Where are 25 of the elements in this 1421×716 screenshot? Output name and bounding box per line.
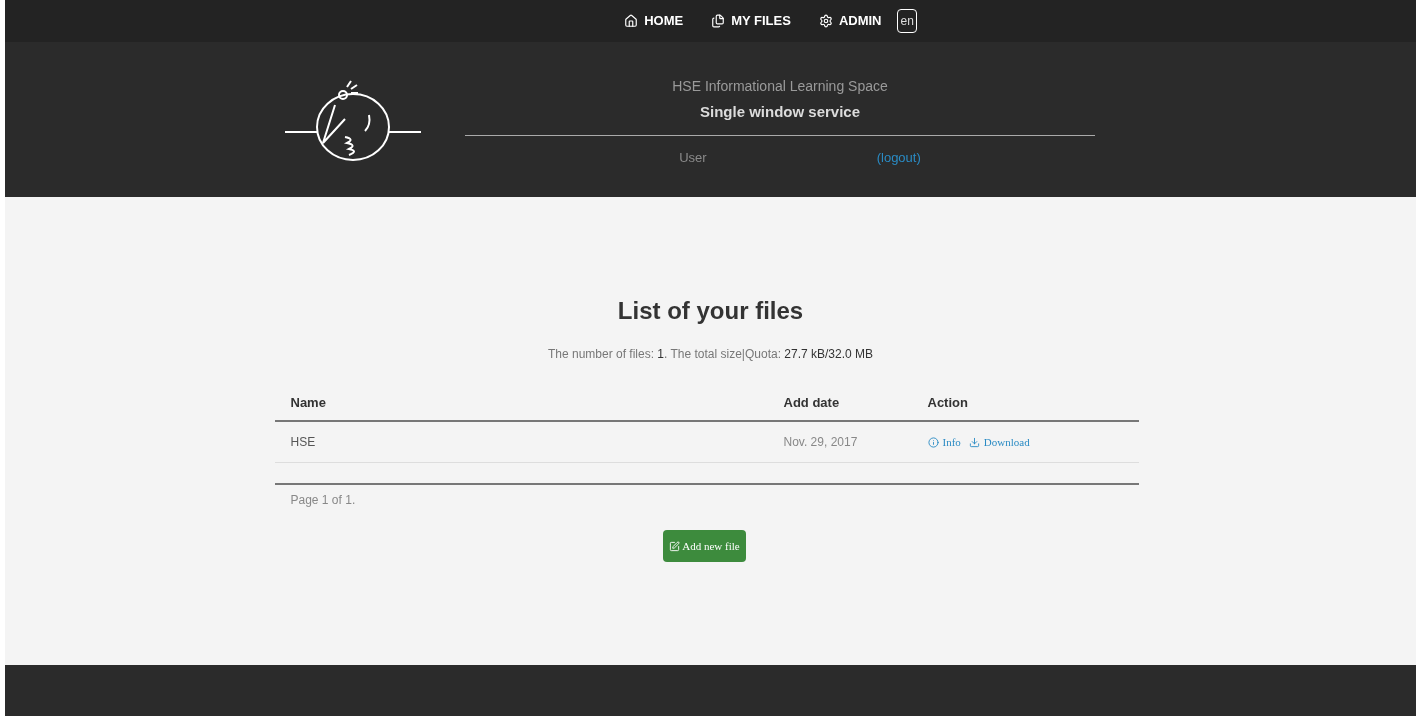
site-title: HSE Informational Learning Space <box>672 76 888 96</box>
info-icon <box>927 436 939 448</box>
page-heading: List of your files <box>617 296 804 326</box>
nav-link[interactable]: ADMIN <box>818 11 882 31</box>
table-cell-text: HSE <box>289 434 317 451</box>
file-stats: The number of files: 1. The total size|Quota: 27.7 kB/32.0 MB <box>547 346 874 363</box>
logout-link[interactable]: (logout) <box>876 148 921 168</box>
nav-link[interactable]: MY FILES <box>711 11 791 31</box>
gear-icon <box>818 14 833 28</box>
table-cell-text: Nov. 29, 2017 <box>783 434 859 451</box>
add-file-button[interactable]: Add new file <box>663 530 746 562</box>
files-icon <box>711 14 726 28</box>
column-header: Add date <box>783 393 841 412</box>
download-icon <box>968 436 980 448</box>
info-link[interactable]: Info <box>927 433 961 451</box>
home-icon <box>624 14 639 28</box>
pagination-text: Page 1 of 1. <box>289 492 357 509</box>
column-header: Action <box>927 393 968 412</box>
column-header: Name <box>289 393 327 412</box>
nav-link[interactable]: HOME <box>624 11 684 31</box>
download-link[interactable]: Download <box>968 433 1030 451</box>
language-button[interactable]: en <box>897 9 917 33</box>
edit-icon <box>669 540 681 552</box>
user-label: User <box>679 149 707 167</box>
site-subtitle: Single window service <box>699 101 861 122</box>
